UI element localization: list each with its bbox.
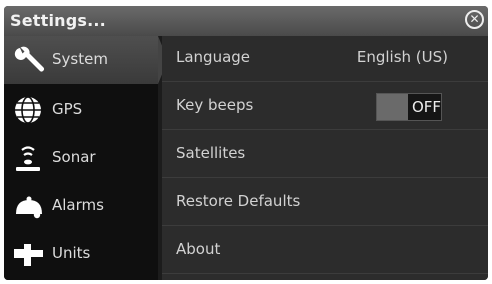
sidebar-item-label: Units <box>52 244 91 262</box>
key-beeps-toggle[interactable]: OFF <box>376 93 442 121</box>
setting-label: Key beeps <box>176 96 254 114</box>
setting-label: Language <box>176 48 251 66</box>
setting-row-about[interactable]: About <box>162 228 488 274</box>
alarm-icon <box>16 196 42 219</box>
sonar-icon <box>16 146 40 171</box>
setting-row-language[interactable]: Language English (US) <box>162 36 488 82</box>
close-icon[interactable]: ✕ <box>465 10 484 29</box>
window-title: Settings... <box>10 11 106 30</box>
sidebar-item-sonar[interactable]: Sonar <box>4 134 158 182</box>
setting-label: Restore Defaults <box>176 192 301 210</box>
sidebar-item-label: Alarms <box>52 196 104 214</box>
sidebar-item-alarms[interactable]: Alarms <box>4 182 158 230</box>
sidebar-item-label: System <box>52 50 108 68</box>
language-value: English (US) <box>356 48 448 66</box>
setting-row-satellites[interactable]: Satellites <box>162 132 488 178</box>
settings-panel: Language English (US) Key beeps OFF Sate… <box>162 36 488 280</box>
wrench-icon <box>14 46 45 72</box>
units-icon <box>14 244 43 266</box>
sidebar-item-units[interactable]: Units <box>4 230 158 278</box>
setting-row-key-beeps: Key beeps OFF <box>162 84 488 130</box>
setting-label: About <box>176 240 221 258</box>
setting-label: Satellites <box>176 144 246 162</box>
sidebar: System GPS Sonar Alarms Units <box>4 36 168 280</box>
sidebar-item-gps[interactable]: GPS <box>4 86 158 134</box>
settings-window: Settings... ✕ System GPS Sonar Alarms Un… <box>4 6 488 280</box>
sidebar-item-label: GPS <box>52 100 83 118</box>
sidebar-item-system[interactable]: System <box>4 36 168 84</box>
title-bar: Settings... ✕ <box>4 6 488 36</box>
sidebar-item-label: Sonar <box>52 148 96 166</box>
globe-icon <box>15 96 41 124</box>
setting-row-restore-defaults[interactable]: Restore Defaults <box>162 180 488 226</box>
toggle-knob <box>377 94 408 120</box>
toggle-state: OFF <box>412 98 442 116</box>
